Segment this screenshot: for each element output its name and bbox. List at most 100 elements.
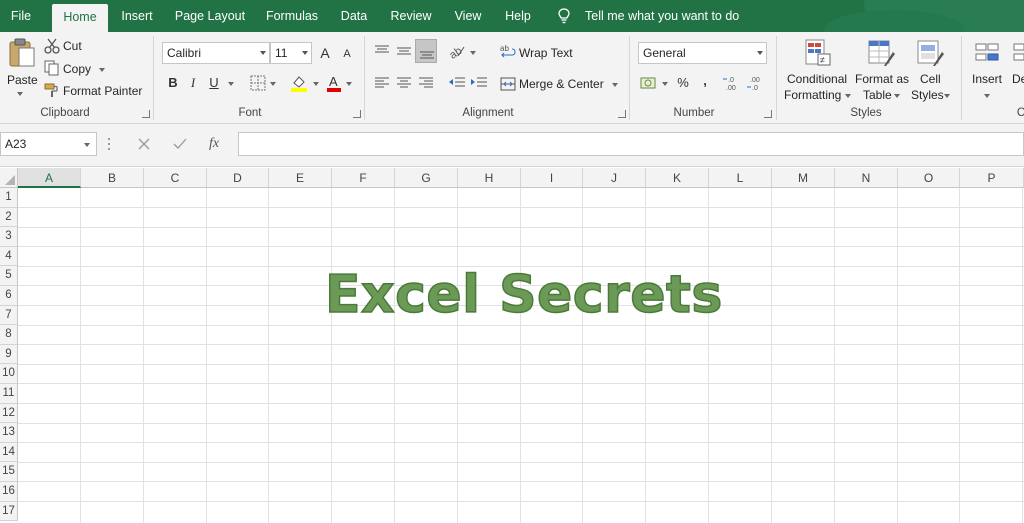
insert-function-button[interactable]: fx bbox=[209, 136, 219, 152]
row-header[interactable]: 14 bbox=[0, 442, 18, 463]
row-header[interactable]: 11 bbox=[0, 384, 18, 404]
tab-home[interactable]: Home bbox=[52, 4, 108, 32]
cut-button[interactable]: Cut bbox=[63, 39, 82, 53]
paste-dropdown-icon[interactable] bbox=[17, 92, 23, 96]
row-header[interactable]: 4 bbox=[0, 246, 18, 267]
increase-decimal-icon[interactable]: .0 .00 bbox=[722, 75, 742, 91]
column-header[interactable]: N bbox=[835, 168, 898, 188]
copy-button[interactable]: Copy bbox=[63, 62, 91, 76]
enter-check-icon[interactable] bbox=[173, 138, 187, 150]
select-all-button[interactable] bbox=[0, 168, 18, 188]
name-box[interactable]: A23 bbox=[0, 132, 97, 156]
conditional-formatting-icon[interactable]: ≠ bbox=[803, 38, 833, 68]
formula-input[interactable] bbox=[238, 132, 1024, 156]
italic-button[interactable]: I bbox=[182, 72, 204, 94]
orientation-dropdown-icon[interactable] bbox=[470, 51, 476, 55]
tab-review[interactable]: Review bbox=[388, 0, 434, 32]
accounting-format-icon[interactable] bbox=[640, 75, 658, 91]
column-header[interactable]: I bbox=[521, 168, 583, 188]
column-header[interactable]: A bbox=[18, 168, 81, 188]
copy-icon[interactable] bbox=[44, 60, 60, 76]
paste-icon[interactable] bbox=[8, 38, 36, 68]
clipboard-launcher-icon[interactable] bbox=[142, 110, 150, 118]
percent-style-button[interactable]: % bbox=[672, 72, 694, 94]
conditional-dropdown-icon[interactable] bbox=[845, 94, 851, 98]
comma-style-button[interactable]: , bbox=[694, 70, 716, 92]
accounting-dropdown-icon[interactable] bbox=[662, 82, 668, 86]
format-table-dropdown-icon[interactable] bbox=[894, 94, 900, 98]
row-header[interactable]: 13 bbox=[0, 423, 18, 443]
align-left-icon[interactable] bbox=[374, 76, 390, 90]
format-as-table-icon[interactable] bbox=[866, 38, 896, 68]
align-center-icon[interactable] bbox=[396, 76, 412, 90]
row-header[interactable]: 6 bbox=[0, 286, 18, 306]
row-header[interactable]: 5 bbox=[0, 266, 18, 286]
cell-styles-button[interactable]: Cell bbox=[920, 72, 941, 86]
column-header[interactable]: J bbox=[583, 168, 646, 188]
column-header[interactable]: K bbox=[646, 168, 709, 188]
conditional-formatting-label[interactable]: Formatting bbox=[784, 88, 841, 102]
tab-page-layout[interactable]: Page Layout bbox=[174, 0, 246, 32]
wrap-text-icon[interactable]: ab bbox=[500, 44, 516, 60]
grow-font-button[interactable]: A bbox=[314, 42, 336, 64]
row-header[interactable]: 9 bbox=[0, 344, 18, 365]
borders-dropdown-icon[interactable] bbox=[270, 82, 276, 86]
align-right-icon[interactable] bbox=[418, 76, 434, 90]
font-size-combo[interactable]: 11 bbox=[270, 42, 312, 64]
row-header[interactable]: 12 bbox=[0, 403, 18, 424]
format-as-table-button[interactable]: Format as bbox=[855, 72, 909, 86]
column-header[interactable]: P bbox=[960, 168, 1024, 188]
merge-center-icon[interactable] bbox=[500, 76, 516, 92]
scissors-icon[interactable] bbox=[44, 38, 60, 54]
column-header[interactable]: O bbox=[898, 168, 960, 188]
orientation-icon[interactable]: ab bbox=[448, 42, 466, 60]
row-header[interactable]: 15 bbox=[0, 462, 18, 482]
column-header[interactable]: L bbox=[709, 168, 772, 188]
column-header[interactable]: C bbox=[144, 168, 207, 188]
borders-icon[interactable] bbox=[250, 75, 266, 91]
row-header[interactable]: 3 bbox=[0, 227, 18, 247]
tab-file[interactable]: File bbox=[8, 0, 34, 32]
cell-styles-icon[interactable] bbox=[915, 38, 945, 68]
row-header[interactable]: 2 bbox=[0, 207, 18, 228]
align-top-icon[interactable] bbox=[374, 44, 390, 58]
cell-styles-dropdown-icon[interactable] bbox=[944, 94, 950, 98]
format-as-table-label[interactable]: Table bbox=[863, 88, 892, 102]
column-header[interactable]: G bbox=[395, 168, 458, 188]
tab-formulas[interactable]: Formulas bbox=[264, 0, 320, 32]
column-header[interactable]: F bbox=[332, 168, 395, 188]
row-header[interactable]: 16 bbox=[0, 482, 18, 502]
tab-insert[interactable]: Insert bbox=[118, 0, 156, 32]
column-header[interactable]: M bbox=[772, 168, 835, 188]
decrease-decimal-icon[interactable]: .00 .0 bbox=[746, 75, 766, 91]
row-header[interactable]: 1 bbox=[0, 188, 18, 208]
cancel-icon[interactable] bbox=[138, 138, 150, 150]
tell-me-search[interactable]: Tell me what you want to do bbox=[585, 0, 739, 32]
tab-help[interactable]: Help bbox=[502, 0, 534, 32]
merge-center-button[interactable]: Merge & Center bbox=[519, 77, 604, 91]
tab-data[interactable]: Data bbox=[338, 0, 370, 32]
paste-button[interactable]: Paste bbox=[7, 73, 38, 87]
decrease-indent-icon[interactable] bbox=[448, 76, 466, 90]
align-bottom-button[interactable] bbox=[415, 39, 437, 63]
tab-view[interactable]: View bbox=[452, 0, 484, 32]
shrink-font-button[interactable]: A bbox=[336, 43, 358, 65]
font-color-icon[interactable]: A bbox=[326, 74, 342, 92]
copy-dropdown-icon[interactable] bbox=[99, 68, 105, 72]
underline-button[interactable]: U bbox=[203, 72, 225, 94]
insert-dropdown-icon[interactable] bbox=[984, 94, 990, 98]
column-header[interactable]: D bbox=[207, 168, 269, 188]
insert-button[interactable]: Insert bbox=[972, 72, 1002, 86]
insert-cells-icon[interactable] bbox=[974, 40, 1000, 66]
increase-indent-icon[interactable] bbox=[470, 76, 488, 90]
column-header[interactable]: H bbox=[458, 168, 521, 188]
row-header[interactable]: 8 bbox=[0, 325, 18, 345]
number-launcher-icon[interactable] bbox=[764, 110, 772, 118]
delete-button[interactable]: De bbox=[1012, 72, 1024, 86]
fill-color-icon[interactable] bbox=[290, 74, 308, 92]
row-header[interactable]: 17 bbox=[0, 501, 18, 522]
wrap-text-button[interactable]: Wrap Text bbox=[519, 46, 573, 60]
number-format-combo[interactable]: General bbox=[638, 42, 767, 64]
underline-dropdown-icon[interactable] bbox=[228, 82, 234, 86]
font-color-dropdown-icon[interactable] bbox=[346, 82, 352, 86]
